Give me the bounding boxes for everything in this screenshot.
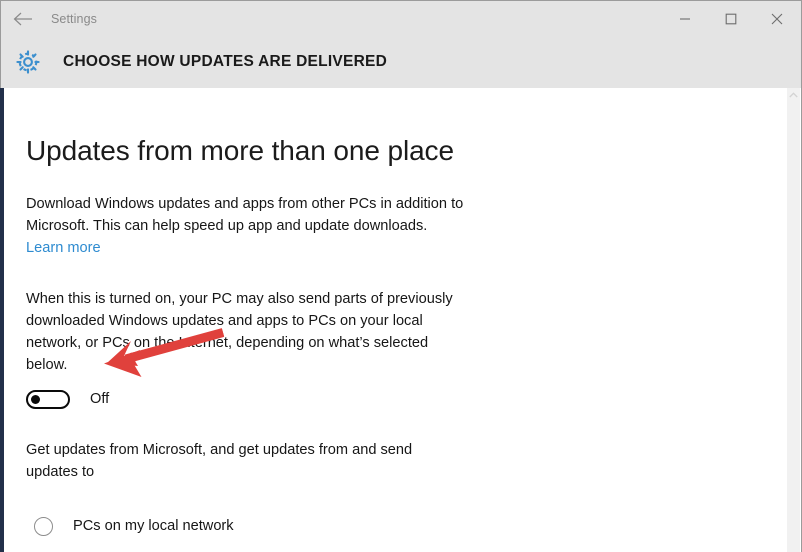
minimize-button[interactable]: [662, 2, 708, 36]
settings-window: Settings CHOOSE HOW UPDATES ARE DELIVERE…: [0, 0, 802, 552]
description-paragraph-1: Download Windows updates and apps from o…: [26, 195, 464, 234]
description-paragraph-3: Get updates from Microsoft, and get upda…: [26, 441, 413, 480]
window-title: Settings: [51, 11, 97, 26]
scroll-up-arrow-icon[interactable]: [787, 88, 800, 102]
radio-option-local-network[interactable]: PCs on my local network: [26, 516, 526, 536]
back-arrow-icon: [13, 12, 33, 26]
close-button[interactable]: [754, 2, 800, 36]
toggle-knob: [31, 394, 40, 404]
delivery-optimization-toggle[interactable]: [26, 389, 70, 409]
maximize-button[interactable]: [708, 2, 754, 36]
caption-button-group: [662, 2, 800, 36]
title-bar: Settings: [0, 0, 802, 36]
description-paragraph-2: When this is turned on, your PC may also…: [26, 290, 453, 373]
section-heading: Updates from more than one place: [26, 135, 454, 166]
page-title: CHOOSE HOW UPDATES ARE DELIVERED: [63, 53, 388, 70]
page-header: CHOOSE HOW UPDATES ARE DELIVERED: [0, 36, 802, 88]
gear-icon: [3, 48, 53, 76]
toggle-state-label: Off: [90, 391, 110, 408]
radio-label-local-network: PCs on my local network: [73, 518, 234, 535]
settings-body: Updates from more than one place Downloa…: [26, 88, 526, 552]
minimize-icon: [679, 13, 691, 25]
vertical-scrollbar[interactable]: [787, 88, 800, 552]
radio-button-local-network[interactable]: [34, 516, 53, 536]
learn-more-link[interactable]: Learn more: [26, 237, 101, 259]
content-pane: Updates from more than one place Downloa…: [0, 88, 802, 552]
back-button[interactable]: [1, 1, 45, 36]
close-icon: [771, 13, 783, 25]
maximize-icon: [725, 13, 737, 25]
delivery-optimization-toggle-row: Off: [26, 389, 526, 409]
